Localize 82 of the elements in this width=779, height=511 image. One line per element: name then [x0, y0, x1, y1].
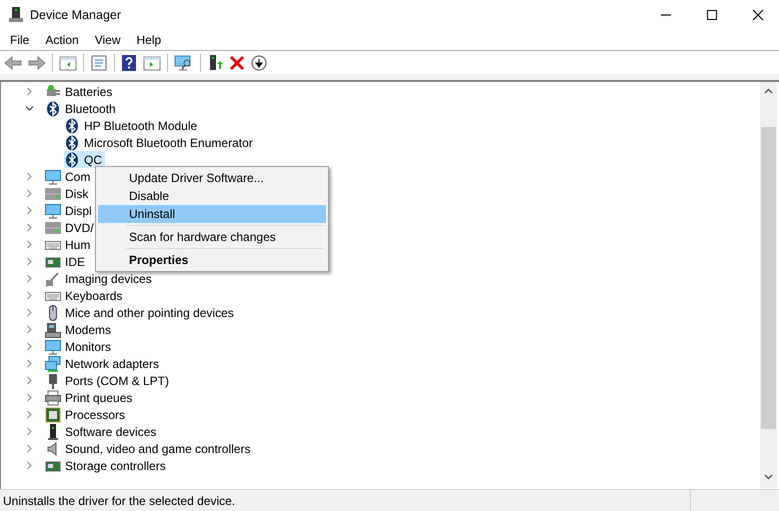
- expand-chevron-icon[interactable]: [25, 240, 34, 249]
- tree-item[interactable]: Sound, video and game controllers: [45, 440, 254, 457]
- monitor-icon: [45, 168, 61, 184]
- tree-item[interactable]: Mice and other pointing devices: [45, 304, 237, 321]
- monitor-icon: [45, 338, 61, 354]
- context-menu-item[interactable]: Update Driver Software...: [98, 169, 326, 187]
- computer-icon[interactable]: [207, 54, 223, 70]
- tree-item[interactable]: Monitors: [45, 338, 114, 355]
- menu-item[interactable]: File: [4, 32, 36, 46]
- panel-icon[interactable]: [143, 54, 161, 70]
- bluetooth-icon: [45, 100, 61, 116]
- expand-chevron-icon[interactable]: [25, 427, 34, 436]
- modem-icon: [45, 322, 61, 338]
- expand-chevron-icon[interactable]: [25, 291, 34, 300]
- camera-icon: [45, 270, 61, 286]
- tree-item[interactable]: Com: [45, 168, 94, 185]
- tree-item[interactable]: IDE: [45, 253, 88, 270]
- context-menu-item[interactable]: Properties: [98, 251, 326, 269]
- tree-item[interactable]: Microsoft Bluetooth Enumerator: [64, 134, 256, 151]
- expand-chevron-icon[interactable]: [25, 274, 34, 283]
- network-icon: [45, 356, 61, 372]
- tree-item[interactable]: Hum: [45, 236, 94, 253]
- collapse-chevron-icon[interactable]: [25, 104, 34, 113]
- drive-icon: [45, 220, 61, 236]
- expand-chevron-icon[interactable]: [25, 206, 34, 215]
- forward-arrow-icon[interactable]: [28, 54, 46, 70]
- menu-item[interactable]: Help: [130, 32, 168, 46]
- panel-icon[interactable]: [59, 54, 77, 70]
- help-icon[interactable]: [121, 54, 137, 70]
- chip-icon: [45, 406, 61, 422]
- status-text: Uninstalls the driver for the selected device.: [2, 494, 236, 508]
- menu-item[interactable]: Action: [39, 32, 85, 46]
- tree-item[interactable]: Disk: [45, 185, 92, 202]
- tree-item[interactable]: Processors: [45, 406, 128, 423]
- expand-chevron-icon[interactable]: [25, 172, 34, 181]
- expand-chevron-icon[interactable]: [25, 444, 34, 453]
- expand-chevron-icon[interactable]: [25, 410, 34, 419]
- expand-chevron-icon[interactable]: [25, 308, 34, 317]
- expand-chevron-icon[interactable]: [25, 223, 34, 232]
- expand-chevron-icon[interactable]: [25, 325, 34, 334]
- menu-item[interactable]: View: [88, 32, 126, 46]
- expand-chevron-icon[interactable]: [25, 393, 34, 402]
- tree-item[interactable]: Modems: [45, 321, 114, 338]
- scrollbar-drawing[interactable]: [760, 82, 777, 488]
- monitor-icon: [45, 202, 61, 218]
- tree-item[interactable]: Batteries: [45, 83, 116, 100]
- tower-icon: [45, 424, 61, 440]
- drive-icon: [45, 186, 61, 202]
- expand-chevron-icon[interactable]: [25, 257, 34, 266]
- back-arrow-icon[interactable]: [4, 54, 22, 70]
- expand-chevron-icon[interactable]: [25, 376, 34, 385]
- tree-item[interactable]: DVD/: [45, 219, 97, 236]
- tree-item[interactable]: Keyboards: [45, 287, 126, 304]
- close-icon[interactable]: [752, 8, 764, 20]
- tree-item[interactable]: Bluetooth: [45, 100, 119, 117]
- bluetooth-icon: [64, 134, 80, 150]
- context-menu-item[interactable]: Uninstall: [98, 205, 326, 223]
- window-title: Device Manager: [30, 8, 122, 22]
- bluetooth-icon: [64, 152, 80, 168]
- tree-item[interactable]: Print queues: [45, 389, 136, 406]
- tree-item[interactable]: HP Bluetooth Module: [64, 117, 200, 134]
- tree-item[interactable]: Software devices: [45, 423, 160, 440]
- tree-item[interactable]: Network adapters: [45, 355, 162, 372]
- tree-item[interactable]: Ports (COM & LPT): [45, 372, 172, 389]
- expand-chevron-icon[interactable]: [25, 461, 34, 470]
- context-menu-item[interactable]: Disable: [98, 187, 326, 205]
- bluetooth-icon: [64, 118, 80, 134]
- printer-icon: [45, 390, 61, 406]
- expand-chevron-icon[interactable]: [25, 359, 34, 368]
- properties-icon[interactable]: [90, 54, 108, 70]
- delete-icon[interactable]: [229, 54, 245, 70]
- expand-chevron-icon[interactable]: [25, 342, 34, 351]
- maximize-icon[interactable]: [706, 8, 718, 20]
- context-menu-item[interactable]: Scan for hardware changes: [98, 228, 326, 246]
- expand-chevron-icon[interactable]: [25, 87, 34, 96]
- expand-chevron-icon[interactable]: [25, 189, 34, 198]
- tree-item[interactable]: Displ: [45, 202, 95, 219]
- tree-item[interactable]: QC: [64, 151, 105, 168]
- tree-item[interactable]: Imaging devices: [45, 270, 155, 287]
- tree-item[interactable]: Storage controllers: [45, 457, 169, 474]
- download-icon[interactable]: [251, 54, 267, 70]
- app-icon: [9, 6, 23, 22]
